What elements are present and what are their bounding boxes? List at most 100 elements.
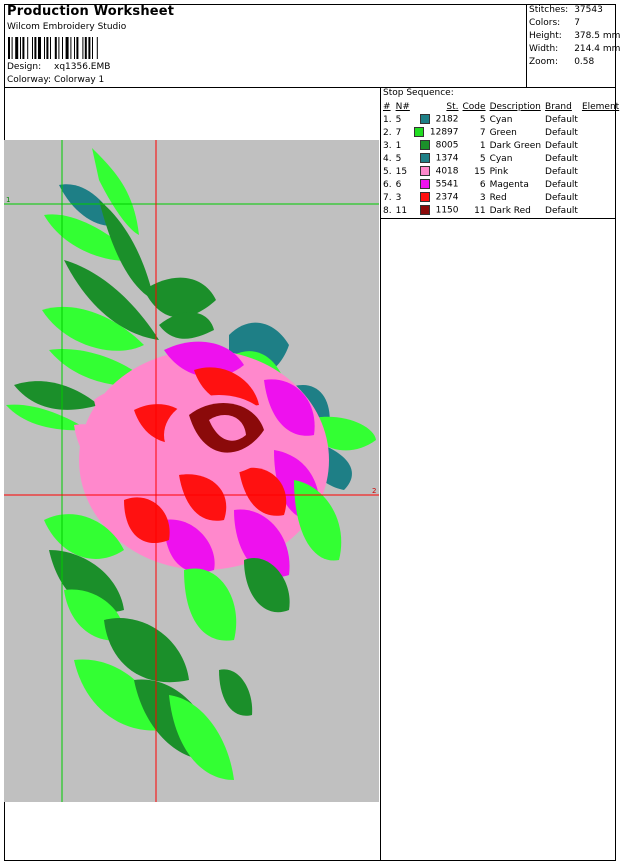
color-swatch — [419, 205, 430, 216]
stitch-count: 8005 — [412, 139, 461, 152]
thread-code: 7 — [479, 127, 486, 138]
color-description: Magenta — [489, 179, 529, 190]
stitch-count: 5541 — [412, 178, 461, 191]
stat-row: Zoom: 0.58 — [529, 56, 620, 69]
sequence-index: 4. — [383, 153, 392, 164]
thread-code: 5 — [479, 114, 486, 125]
sequence-row: 7. 3 2374 3 Red Default — [381, 191, 620, 204]
brand: Default — [545, 140, 578, 151]
stat-row: Colors: 7 — [529, 17, 620, 30]
sequence-index: 1. — [383, 114, 392, 125]
thread-code: 3 — [479, 192, 486, 203]
stitch-count-value: 1150 — [435, 205, 459, 216]
sequence-row: 4. 5 1374 5 Cyan Default — [381, 152, 620, 165]
stitch-count: 2374 — [412, 191, 461, 204]
thread-code: 11 — [474, 205, 486, 216]
stop-sequence-table: # N# St. Code Description Brand Element 1. 5 218… — [381, 100, 620, 217]
column-header: Description — [489, 101, 541, 112]
design-label: Design: — [7, 62, 42, 72]
sequence-index: 3. — [383, 140, 392, 151]
brand: Default — [545, 114, 578, 125]
brand: Default — [545, 205, 578, 216]
element — [580, 139, 620, 152]
stitch-count: 2182 — [412, 113, 461, 126]
brand: Default — [545, 127, 578, 138]
brand: Default — [545, 166, 578, 177]
sequence-index: 6. — [383, 179, 392, 190]
column-header: N# — [395, 101, 410, 112]
color-description: Cyan — [489, 114, 513, 125]
color-description: Cyan — [489, 153, 513, 164]
brand: Default — [545, 179, 578, 190]
design-preview: 1 2 — [4, 140, 379, 802]
color-swatch — [419, 179, 430, 190]
stitch-count-value: 5541 — [435, 179, 459, 190]
element — [580, 178, 620, 191]
element — [580, 152, 620, 165]
sequence-index: 7. — [383, 192, 392, 203]
column-header: Code — [462, 101, 486, 112]
column-header: # — [383, 101, 391, 112]
sequence-row: 1. 5 2182 5 Cyan Default — [381, 113, 620, 126]
guide-marker-1: 1 — [6, 196, 10, 204]
sequence-row: 6. 6 5541 6 Magenta Default — [381, 178, 620, 191]
stat-value: 7 — [574, 18, 580, 28]
color-swatch — [413, 127, 424, 138]
stop-sequence-title: Stop Sequence: — [383, 88, 454, 98]
colorway-label: Colorway: — [7, 75, 52, 85]
brand: Default — [545, 192, 578, 203]
color-swatch — [419, 192, 430, 203]
stitch-count-value: 8005 — [435, 140, 459, 151]
company-name: Wilcom Embroidery Studio — [7, 22, 127, 32]
thread-code: 1 — [479, 140, 486, 151]
stitch-count: 1150 — [412, 204, 461, 217]
sequence-row: 2. 7 12897 7 Green Default — [381, 126, 620, 139]
stat-value: 0.58 — [574, 57, 595, 67]
needle-number: 3 — [395, 192, 402, 203]
color-description: Green — [489, 127, 517, 138]
thread-code: 5 — [479, 153, 486, 164]
stitch-count-value: 2182 — [435, 114, 459, 125]
color-swatch — [419, 114, 430, 125]
thread-code: 6 — [479, 179, 486, 190]
color-swatch — [419, 140, 430, 151]
element — [580, 204, 620, 217]
color-description: Dark Green — [489, 140, 542, 151]
colorway-name: Colorway 1 — [54, 75, 105, 85]
needle-number: 15 — [395, 166, 408, 177]
stat-value: 37543 — [574, 5, 603, 15]
stat-value: 214.4 mm — [574, 44, 620, 54]
color-swatch — [419, 166, 430, 177]
color-description: Pink — [489, 166, 509, 177]
needle-number: 5 — [395, 114, 402, 125]
sequence-index: 2. — [383, 127, 392, 138]
stat-row: Height: 378.5 mm — [529, 30, 620, 43]
design-stats: Stitches: 37543 Colors: 7 Height: 378.5 mm Wid… — [529, 4, 620, 69]
barcode — [8, 37, 98, 59]
sequence-index: 8. — [383, 205, 392, 216]
page-title: Production Worksheet — [7, 4, 175, 19]
needle-number: 5 — [395, 153, 402, 164]
stitch-count: 4018 — [412, 165, 461, 178]
stat-value: 378.5 mm — [574, 31, 620, 41]
column-header: Brand — [545, 101, 572, 112]
needle-number: 11 — [395, 205, 408, 216]
sequence-index: 5. — [383, 166, 392, 177]
stitch-count-value: 1374 — [435, 153, 459, 164]
embroidery-artwork: 1 2 — [4, 140, 379, 802]
stat-row: Stitches: 37543 — [529, 4, 620, 17]
stitch-count: 1374 — [412, 152, 461, 165]
stitch-count-value: 2374 — [435, 192, 459, 203]
stat-label: Zoom: — [529, 57, 558, 67]
element — [580, 126, 620, 139]
element — [580, 113, 620, 126]
guide-marker-2: 2 — [372, 487, 376, 495]
sequence-row: 3. 1 8005 1 Dark Green Default — [381, 139, 620, 152]
element — [580, 165, 620, 178]
stat-label: Colors: — [529, 18, 561, 28]
needle-number: 7 — [395, 127, 402, 138]
sequence-row: 8. 11 1150 11 Dark Red Default — [381, 204, 620, 217]
element — [580, 191, 620, 204]
stitch-count-value: 4018 — [435, 166, 459, 177]
design-filename: xq1356.EMB — [54, 62, 111, 72]
